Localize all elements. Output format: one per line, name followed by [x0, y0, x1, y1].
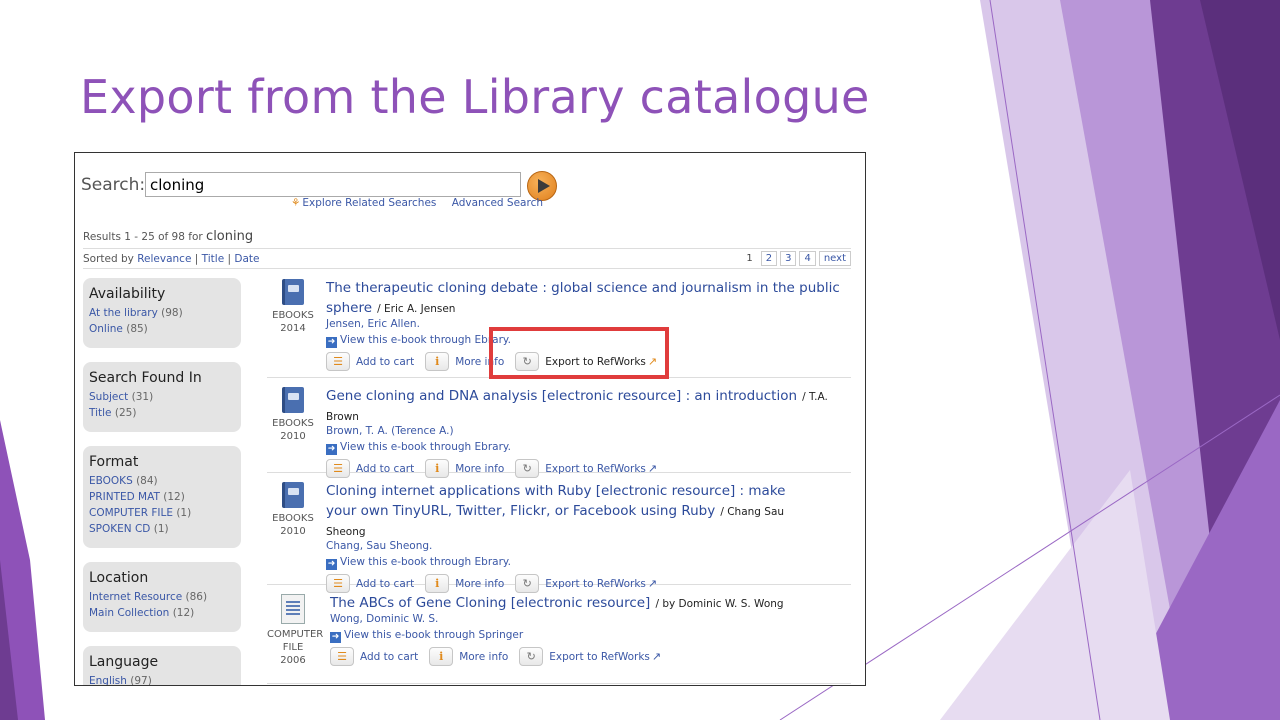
facet-item[interactable]: Subject (31) [89, 389, 235, 405]
facet-item[interactable]: English (97) [89, 673, 235, 685]
highlight-box [489, 327, 669, 379]
facet-format: Format EBOOKS (84) PRINTED MAT (12) COMP… [83, 446, 241, 548]
ebook-link[interactable]: ➜ View this e-book through Springer [330, 629, 855, 643]
refworks-icon: ↻ [515, 459, 540, 478]
search-input[interactable] [145, 172, 521, 197]
slide-title: Export from the Library catalogue [80, 70, 870, 124]
facet-title: Search Found In [89, 370, 202, 386]
external-link-icon: ↗ [647, 577, 658, 590]
ebook-icon [282, 387, 304, 413]
play-arrow-icon [537, 179, 550, 193]
result-title[interactable]: Cloning internet applications with Ruby … [326, 483, 785, 519]
result-item: COMPUTER FILE 2006 The ABCs of Gene Clon… [267, 592, 851, 684]
page-next[interactable]: next [818, 251, 851, 266]
more-info-button[interactable]: i More info [425, 574, 504, 593]
result-author[interactable]: Chang, Sau Sheong. [326, 539, 851, 553]
facet-location: Location Internet Resource (86) Main Col… [83, 562, 241, 632]
facet-title: Language [89, 654, 159, 670]
results-term: cloning [206, 229, 254, 244]
result-responsibility: / Eric A. Jensen [377, 303, 456, 315]
result-item: EBOOKS 2010 Cloning internet application… [267, 480, 851, 593]
add-to-cart-button[interactable]: ☰ Add to cart [326, 574, 414, 593]
cart-icon: ☰ [326, 574, 350, 593]
facet-search-found-in: Search Found In Subject (31) Title (25) [83, 362, 241, 432]
facet-item[interactable]: Internet Resource (86) [89, 589, 235, 605]
facet-item[interactable]: At the library (98) [89, 305, 235, 321]
cart-icon: ☰ [326, 459, 350, 478]
facet-title: Format [89, 454, 139, 470]
info-icon: i [425, 352, 450, 371]
arrow-right-icon: ➜ [330, 632, 341, 643]
add-to-cart-button[interactable]: ☰ Add to cart [326, 459, 414, 478]
arrow-right-icon: ➜ [326, 559, 337, 570]
page-2[interactable]: 2 [760, 251, 778, 266]
cart-icon: ☰ [326, 352, 350, 371]
result-format: EBOOKS 2010 [267, 480, 319, 538]
cart-icon: ☰ [330, 647, 354, 666]
result-item: EBOOKS 2010 Gene cloning and DNA analysi… [267, 385, 851, 478]
facet-item[interactable]: Online (85) [89, 321, 235, 337]
export-refworks-button[interactable]: ↻ Export to RefWorks ↗ [515, 459, 657, 478]
result-format: EBOOKS 2010 [267, 385, 319, 443]
result-format: EBOOKS 2014 [267, 277, 319, 335]
facet-item[interactable]: EBOOKS (84) [89, 473, 235, 489]
info-icon: i [429, 647, 454, 666]
catalogue-screenshot: Search: ⚘Explore Related Searches Advanc… [74, 152, 866, 686]
sort-relevance[interactable]: Relevance [137, 253, 191, 265]
external-link-icon: ↗ [651, 650, 662, 663]
ebook-link[interactable]: ➜ View this e-book through Ebrary. [326, 441, 851, 455]
result-author[interactable]: Wong, Dominic W. S. [330, 612, 855, 626]
facet-availability: Availability At the library (98) Online … [83, 278, 241, 348]
external-link-icon: ↗ [647, 462, 658, 475]
more-info-button[interactable]: i More info [429, 647, 508, 666]
refworks-icon: ↻ [515, 574, 540, 593]
facet-item[interactable]: Main Collection (12) [89, 605, 235, 621]
arrow-right-icon: ➜ [326, 337, 337, 348]
arrow-right-icon: ➜ [326, 444, 337, 455]
page-3[interactable]: 3 [780, 251, 797, 266]
related-searches-icon: ⚘ [291, 197, 301, 209]
facet-title: Availability [89, 286, 166, 302]
sort-title[interactable]: Title [202, 253, 225, 265]
page-1: 1 [746, 253, 753, 264]
info-icon: i [425, 459, 450, 478]
facet-language: Language English (97) [83, 646, 241, 685]
sort-date[interactable]: Date [234, 253, 259, 265]
more-info-button[interactable]: i More info [425, 459, 504, 478]
explore-related-link[interactable]: Explore Related Searches [302, 197, 436, 209]
facet-item[interactable]: PRINTED MAT (12) [89, 489, 235, 505]
ebook-icon [282, 279, 304, 305]
result-responsibility: / by Dominic W. S. Wong [655, 598, 784, 610]
add-to-cart-button[interactable]: ☰ Add to cart [326, 352, 414, 371]
result-format: COMPUTER FILE 2006 [267, 592, 323, 667]
ebook-icon [282, 482, 304, 508]
advanced-search-link[interactable]: Advanced Search [452, 197, 543, 209]
facet-title: Location [89, 570, 149, 586]
sort-bar: Sorted by Relevance | Title | Date 1 2 3… [83, 248, 851, 269]
search-links: ⚘ Explore Related Searches Advanced Searc… [291, 197, 543, 209]
info-icon: i [425, 574, 450, 593]
search-label: Search: [81, 175, 146, 195]
pagination: 1 2 3 4 next [741, 251, 851, 266]
facet-item[interactable]: COMPUTER FILE (1) [89, 505, 235, 521]
refworks-icon: ↻ [519, 647, 544, 666]
result-author[interactable]: Brown, T. A. (Terence A.) [326, 424, 851, 438]
page-4[interactable]: 4 [799, 251, 816, 266]
result-title[interactable]: Gene cloning and DNA analysis [electroni… [326, 388, 797, 404]
computer-file-icon [281, 594, 305, 624]
facet-item[interactable]: Title (25) [89, 405, 235, 421]
export-refworks-button[interactable]: ↻ Export to RefWorks ↗ [519, 647, 661, 666]
results-count: Results 1 - 25 of 98 for cloning [83, 229, 254, 244]
facet-item[interactable]: SPOKEN CD (1) [89, 521, 235, 537]
ebook-link[interactable]: ➜ View this e-book through Ebrary. [326, 556, 851, 570]
add-to-cart-button[interactable]: ☰ Add to cart [330, 647, 418, 666]
export-refworks-button[interactable]: ↻ Export to RefWorks ↗ [515, 574, 657, 593]
result-title[interactable]: The ABCs of Gene Cloning [electronic res… [330, 595, 650, 611]
